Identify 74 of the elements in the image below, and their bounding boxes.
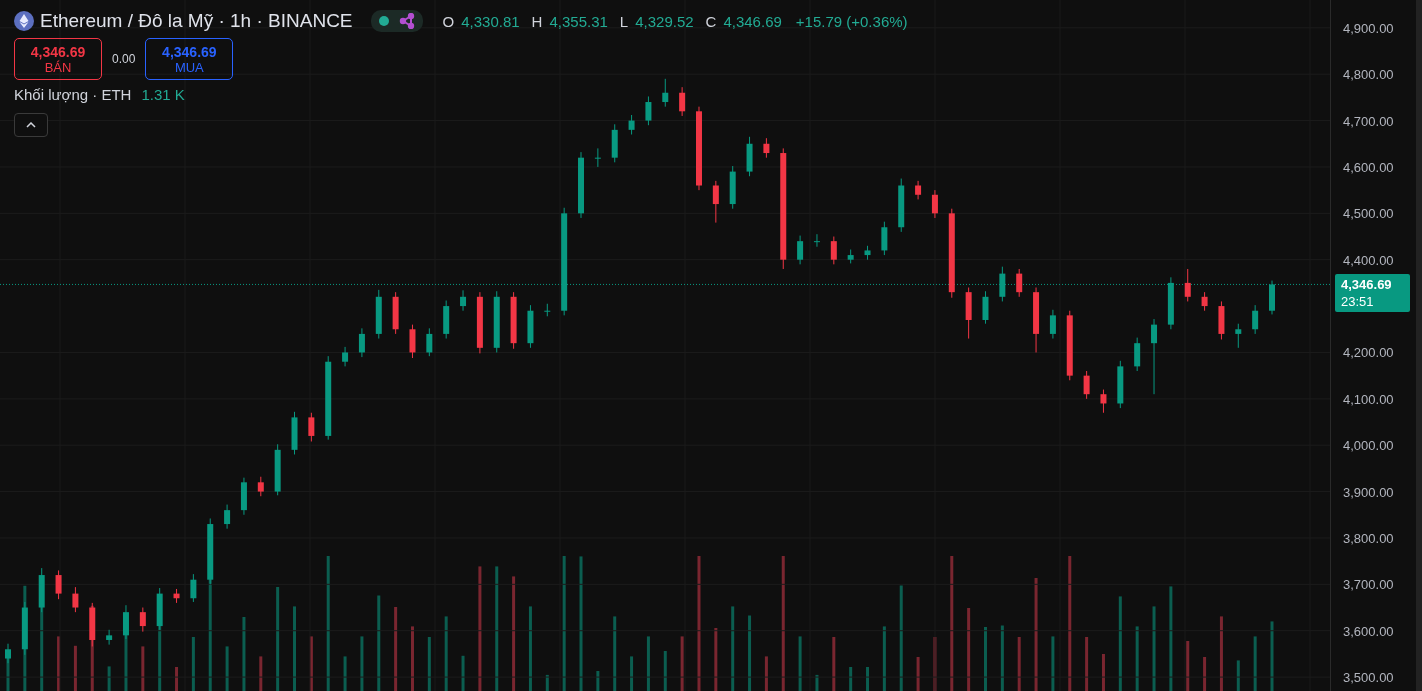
volume-label: Khối lượng · ETH	[14, 86, 132, 103]
price-axis-label: 4,900.00	[1343, 20, 1394, 36]
price-axis-label: 4,600.00	[1343, 159, 1394, 175]
price-axis-label: 4,100.00	[1343, 391, 1394, 407]
ohlc-label: C	[705, 12, 717, 30]
candlestick	[106, 629, 113, 646]
candlestick	[645, 95, 652, 126]
candlestick	[1016, 268, 1023, 298]
candlestick	[1083, 370, 1090, 400]
candlestick	[999, 266, 1006, 302]
candlestick	[55, 569, 62, 600]
share-icon	[398, 13, 415, 29]
price-axis-label: 4,400.00	[1343, 252, 1394, 268]
candlestick	[830, 236, 837, 265]
candlestick	[1184, 268, 1191, 302]
candlestick	[915, 180, 922, 200]
candlestick	[139, 607, 146, 633]
candlestick	[358, 327, 365, 358]
price-axis-label: 4,700.00	[1343, 113, 1394, 129]
price-axis-label: 4,200.00	[1343, 344, 1394, 360]
price-axis-label: 4,500.00	[1343, 205, 1394, 221]
candlestick	[257, 476, 264, 497]
ohlc-value: 4,329.52	[635, 12, 694, 30]
ohlc-value: 4,346.69	[723, 12, 782, 30]
buy-button[interactable]: 4,346.69 MUA	[145, 38, 234, 80]
candlestick	[72, 586, 79, 613]
price-axis-label: 3,500.00	[1343, 669, 1394, 685]
price-axis-label: 3,600.00	[1343, 623, 1394, 639]
ohlc-value: 4,355.31	[549, 12, 608, 30]
candlestick	[813, 233, 820, 248]
candlestick	[1049, 309, 1056, 340]
price-axis-label: 4,800.00	[1343, 66, 1394, 82]
price-axis-label: 4,000.00	[1343, 437, 1394, 453]
candlestick	[342, 346, 349, 367]
symbol-title[interactable]: Ethereum / Đô la Mỹ · 1h · BINANCE	[40, 10, 353, 32]
price-axis-label: 3,800.00	[1343, 530, 1394, 546]
candlestick	[594, 147, 601, 168]
candlestick	[679, 86, 686, 117]
chevron-up-icon	[26, 122, 36, 128]
status-pill[interactable]	[370, 10, 423, 32]
candlestick	[881, 221, 888, 256]
candlestick	[1134, 337, 1141, 372]
candlestick	[763, 137, 770, 159]
candlestick	[1235, 323, 1242, 349]
ethereum-icon	[14, 11, 34, 31]
ohlc-label: H	[531, 12, 543, 30]
candlestick	[712, 180, 719, 224]
candlestick	[409, 324, 416, 359]
price-change: +15.79 (+0.36%)	[795, 12, 908, 30]
candlestick	[190, 573, 197, 603]
candlestick	[1252, 304, 1259, 335]
candlestick	[460, 289, 467, 312]
ohlc-label: L	[619, 12, 629, 30]
sell-button[interactable]: 4,346.69 BÁN	[14, 38, 102, 80]
price-axis-label: 3,700.00	[1343, 576, 1394, 592]
collapse-button[interactable]	[14, 113, 48, 137]
candlestick	[426, 327, 433, 357]
candlestick	[982, 290, 989, 325]
candlestick	[662, 78, 669, 108]
last-price-tag: 4,346.69 23:51	[1335, 274, 1410, 313]
spread-value: 0.00	[112, 52, 136, 66]
price-axis-label: 3,900.00	[1343, 484, 1394, 500]
candlestick	[1151, 318, 1158, 395]
candlestick	[931, 189, 938, 219]
candlestick	[224, 504, 231, 530]
candlestick	[1201, 291, 1208, 312]
ref-line-label: 4,346.69	[1341, 276, 1393, 294]
candlestick	[797, 235, 804, 265]
ohlc-value: 4,330.81	[461, 12, 520, 30]
candlestick	[308, 412, 315, 442]
volume-value: 1.31 K	[141, 86, 185, 103]
candlestick	[1100, 389, 1107, 414]
ohlc-label: O	[442, 12, 455, 30]
candlestick	[628, 114, 635, 135]
